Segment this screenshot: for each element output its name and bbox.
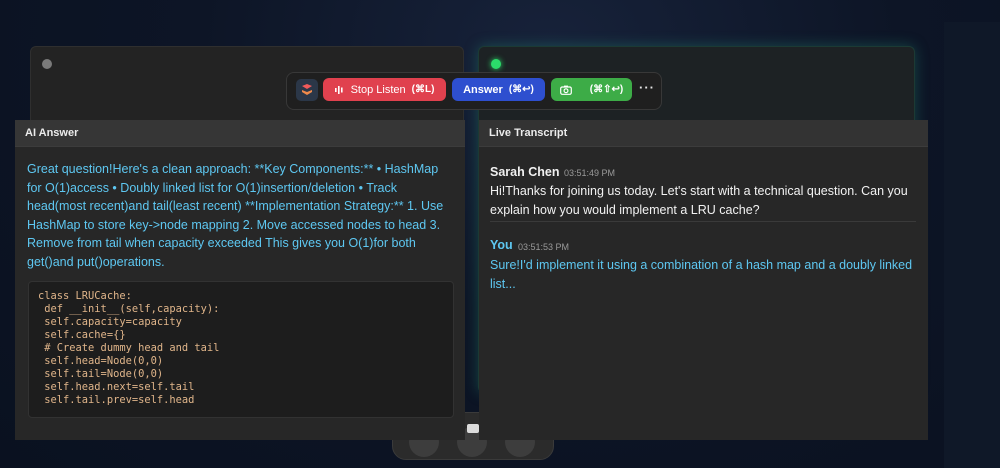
app-logo-icon[interactable]: [296, 79, 318, 101]
screenshot-shortcut: (⌘⇧↩): [589, 84, 624, 95]
code-line: self.tail=Node(0,0): [38, 368, 164, 380]
window-status-dot: [42, 59, 52, 69]
speaker-name: You: [490, 238, 513, 252]
screenshot-button[interactable]: (⌘⇧↩): [551, 78, 632, 101]
camera-icon: [559, 85, 572, 95]
more-icon[interactable]: ···: [639, 80, 655, 95]
video-camera-icon[interactable]: [467, 424, 479, 433]
code-line: self.cache={}: [38, 329, 126, 341]
code-line: class LRUCache:: [38, 290, 132, 302]
transcript-message: Sure!I'd implement it using a combinatio…: [490, 258, 913, 291]
audio-wave-icon: [334, 85, 343, 94]
message-timestamp: 03:51:53 PM: [518, 242, 570, 252]
live-transcript-title: Live Transcript: [479, 120, 928, 147]
answer-label: Answer: [463, 83, 503, 96]
code-line: self.head=Node(0,0): [38, 355, 164, 367]
ai-answer-title: AI Answer: [15, 120, 465, 147]
stop-listen-label: Stop Listen: [350, 83, 406, 96]
code-line: self.head.next=self.tail: [38, 381, 195, 393]
code-line: self.capacity=capacity: [38, 316, 182, 328]
code-line: self.tail.prev=self.head: [38, 394, 195, 406]
ai-answer-text: Great question!Here's a clean approach: …: [27, 162, 444, 269]
background-strip: [944, 22, 1000, 468]
code-line: # Create dummy head and tail: [38, 342, 220, 354]
answer-shortcut: (⌘↩): [508, 84, 534, 95]
live-indicator-dot: [491, 59, 501, 69]
message-divider: [490, 221, 916, 222]
answer-button[interactable]: Answer (⌘↩): [452, 78, 545, 101]
message-timestamp: 03:51:49 PM: [564, 168, 616, 178]
stop-listen-shortcut: (⌘L): [411, 84, 435, 95]
code-line: def __init__(self,capacity):: [38, 303, 220, 315]
stop-listen-button[interactable]: Stop Listen (⌘L): [323, 78, 446, 101]
transcript-message: Hi!Thanks for joining us today. Let's st…: [490, 184, 908, 217]
speaker-name: Sarah Chen: [490, 165, 560, 179]
